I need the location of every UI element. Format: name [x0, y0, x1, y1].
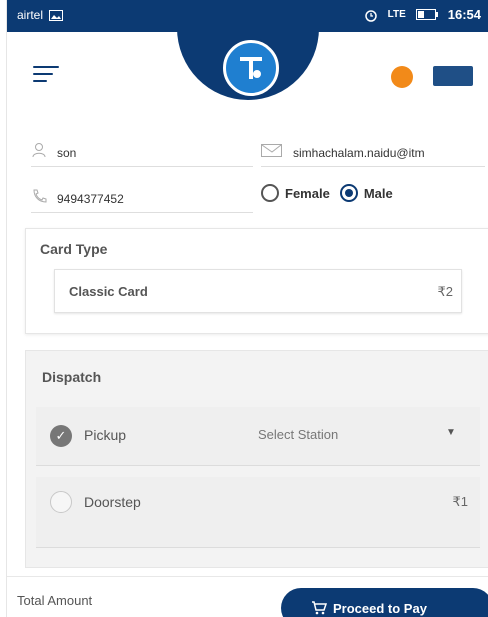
- name-value: son: [57, 146, 77, 160]
- male-radio[interactable]: [339, 184, 358, 202]
- status-left: airtel: [17, 8, 64, 22]
- alarm-icon: [364, 9, 377, 22]
- female-label: Female: [285, 185, 330, 201]
- phone-icon: [31, 188, 49, 208]
- clock: 16:54: [447, 7, 481, 22]
- signal-text: LTE: [387, 9, 406, 20]
- female-radio[interactable]: [261, 184, 279, 202]
- pickup-option[interactable]: ✓ Pickup Select Station ▼: [36, 407, 480, 466]
- name-field[interactable]: son: [31, 136, 253, 167]
- card-type-title: Card Type: [40, 241, 108, 257]
- carrier-label: airtel: [17, 8, 44, 22]
- card-option[interactable]: Classic Card ₹2: [54, 269, 462, 313]
- pickup-label: Pickup: [84, 427, 127, 443]
- chevron-down-icon[interactable]: ▼: [446, 427, 456, 438]
- unchecked-icon: [50, 491, 72, 513]
- pay-button-label: Proceed to Pay: [333, 600, 427, 616]
- battery-icon: [415, 9, 438, 20]
- card-name: Classic Card: [69, 284, 148, 299]
- app-screen: airtel LTE 16:54 son simhachalam.naidu@i…: [6, 0, 488, 617]
- person-icon: [31, 142, 47, 162]
- dispatch-section: Dispatch ✓ Pickup Select Station ▼ Doors…: [25, 350, 488, 568]
- menu-icon[interactable]: [33, 66, 59, 82]
- station-select[interactable]: Select Station: [258, 427, 338, 442]
- proceed-to-pay-button[interactable]: Proceed to Pay: [281, 588, 488, 617]
- doorstep-label: Doorstep: [84, 494, 141, 510]
- cart-icon: [312, 601, 327, 615]
- check-icon: ✓: [50, 425, 72, 447]
- male-label: Male: [363, 185, 393, 201]
- doorstep-option[interactable]: Doorstep ₹1: [36, 477, 480, 548]
- total-amount-label: Total Amount: [17, 593, 93, 608]
- doorstep-price: ₹1: [452, 494, 468, 509]
- image-icon: [49, 9, 64, 21]
- dispatch-title: Dispatch: [42, 369, 102, 385]
- signal-icon: LTE: [388, 9, 406, 20]
- card-price: ₹2: [437, 284, 453, 299]
- app-logo: [223, 40, 279, 96]
- gender-selector: Female Male: [261, 184, 393, 202]
- phone-value: 9494377452: [57, 192, 124, 206]
- email-icon: [261, 142, 283, 162]
- notification-icon[interactable]: [391, 66, 413, 88]
- profile-icon[interactable]: [433, 66, 473, 86]
- status-right: LTE 16:54: [364, 7, 481, 22]
- email-field[interactable]: simhachalam.naidu@itm: [261, 136, 485, 167]
- card-type-section: Card Type Classic Card ₹2: [25, 228, 488, 334]
- phone-field[interactable]: 9494377452: [31, 182, 253, 213]
- app-header: [7, 28, 488, 104]
- email-value: simhachalam.naidu@itm: [293, 146, 425, 160]
